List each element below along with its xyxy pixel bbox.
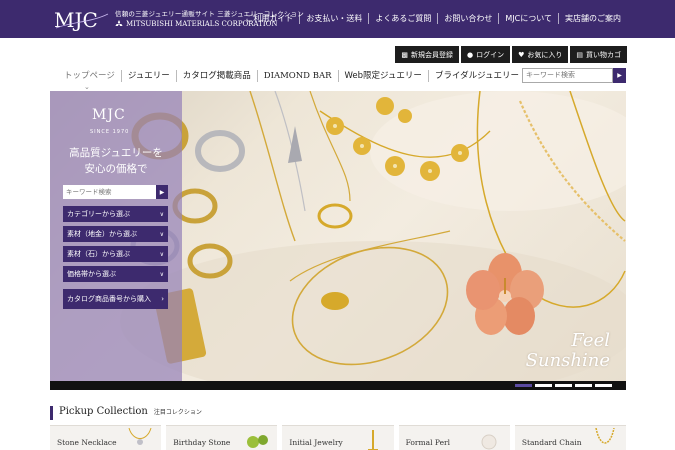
- hero-search-panel: MJC SINCE 1970 高品質ジュエリーを 安心の価格で ▶ カテゴリーか…: [50, 91, 182, 381]
- heart-icon: ♥: [518, 50, 525, 59]
- menu-by-price-label: 価格帯から選ぶ: [67, 270, 116, 278]
- panel-search-button[interactable]: ▶: [156, 185, 168, 199]
- chevron-down-icon: ∨: [159, 230, 164, 238]
- mitsubishi-logo-icon: [115, 20, 123, 26]
- menu-by-stone[interactable]: 素材（石）から選ぶ ∨: [63, 246, 168, 262]
- mjc-logo-mark: MJC: [54, 8, 109, 32]
- slide-dot-3[interactable]: [555, 384, 572, 387]
- site-header: MJC 信頼の三菱ジュエリー通販サイト 三菱ジュエリーコレクション MITSUB…: [0, 0, 675, 38]
- pickup-card-standard-chain[interactable]: Standard Chain: [514, 425, 627, 450]
- necklace-thumbnail-icon: [128, 428, 152, 445]
- nav-web-limited[interactable]: Web限定ジュエリー: [337, 70, 428, 82]
- menu-by-stone-label: 素材（石）から選ぶ: [67, 250, 130, 258]
- gemstone-thumbnail-icon: [247, 435, 269, 448]
- chevron-down-icon: ∨: [159, 210, 164, 218]
- cart-label: 買い物カゴ: [586, 50, 621, 59]
- slide-dot-5[interactable]: [595, 384, 612, 387]
- slider-dots: [515, 384, 612, 387]
- link-payment[interactable]: お支払い・送料: [299, 13, 368, 24]
- login-button[interactable]: ● ログイン: [460, 46, 511, 63]
- cart-icon: ▤: [576, 50, 583, 59]
- chevron-down-icon: ∨: [159, 270, 164, 278]
- arrow-right-icon: ▶: [617, 72, 622, 79]
- register-button[interactable]: ▩ 新規会員登録: [395, 46, 459, 63]
- hero-catchcopy-line1: 高品質ジュエリーを: [69, 147, 163, 159]
- pickup-card-birthday-stone[interactable]: Birthday Stone: [166, 425, 278, 450]
- cart-button[interactable]: ▤ 買い物カゴ: [570, 46, 627, 63]
- menu-by-category[interactable]: カテゴリーから選ぶ ∨: [63, 206, 168, 222]
- link-about[interactable]: MJCについて: [498, 13, 558, 24]
- link-guide[interactable]: ご利用ガイド: [239, 13, 299, 24]
- since-label: SINCE 1970: [90, 129, 130, 135]
- pickup-card-label: Birthday Stone: [173, 438, 231, 447]
- hero-headline-line1: Feel: [571, 330, 610, 351]
- chevron-right-icon: ›: [161, 295, 164, 303]
- pickup-card-label: Stone Necklace: [57, 438, 117, 447]
- pickup-subtitle: 注目コレクション: [153, 409, 202, 416]
- pickup-section-title: Pickup Collection 注目コレクション: [50, 406, 202, 420]
- menu-by-price[interactable]: 価格帯から選ぶ ∨: [63, 266, 168, 282]
- pickup-card-stone-necklace[interactable]: Stone Necklace: [50, 425, 162, 450]
- mjc-logo[interactable]: MJC: [52, 6, 112, 32]
- nav-bridal[interactable]: ブライダルジュエリー: [427, 70, 525, 82]
- header-search: ▶: [522, 68, 626, 83]
- header-search-input[interactable]: [522, 68, 613, 83]
- hero-banner[interactable]: MJC SINCE 1970 高品質ジュエリーを 安心の価格で ▶ カテゴリーか…: [50, 91, 626, 381]
- main-nav: トップページ ⌄ ジュエリー カタログ掲載商品 DIAMOND BAR Web限…: [58, 70, 525, 91]
- link-faq[interactable]: よくあるご質問: [368, 13, 437, 24]
- chain-thumbnail-icon: [595, 428, 615, 444]
- initial-pendant-thumbnail-icon: [367, 430, 378, 450]
- menu-by-category-label: カテゴリーから選ぶ: [67, 210, 130, 218]
- arrow-right-icon: ▶: [159, 188, 165, 196]
- pickup-card-label: Standard Chain: [521, 438, 582, 447]
- pickup-cards: Stone Necklace Birthday Stone Initial Je…: [50, 425, 627, 450]
- favorites-label: お気に入り: [527, 50, 563, 59]
- slide-dot-2[interactable]: [535, 384, 552, 387]
- slider-indicator-bar: [50, 381, 626, 390]
- pickup-card-label: Initial Jewelry: [289, 438, 343, 447]
- register-label: 新規会員登録: [410, 50, 453, 59]
- slide-dot-1[interactable]: [515, 384, 532, 387]
- pickup-card-formal-perl[interactable]: Formal Perl: [398, 425, 510, 450]
- slide-dot-4[interactable]: [575, 384, 592, 387]
- pickup-card-initial-jewelry[interactable]: Initial Jewelry: [282, 425, 394, 450]
- pickup-title: Pickup Collection: [59, 406, 148, 417]
- header-search-button[interactable]: ▶: [613, 68, 626, 83]
- pickup-card-label: Formal Perl: [405, 438, 451, 447]
- panel-search: ▶: [63, 185, 168, 199]
- nav-catalog[interactable]: カタログ掲載商品: [175, 70, 257, 82]
- catalog-number-purchase-label: カタログ商品番号から購入: [67, 295, 151, 303]
- hero-catchcopy-line2: 安心の価格で: [84, 163, 148, 175]
- link-contact[interactable]: お問い合わせ: [437, 13, 498, 24]
- login-label: ログイン: [476, 50, 505, 59]
- favorites-button[interactable]: ♥ お気に入り: [512, 46, 569, 63]
- member-buttons: ▩ 新規会員登録 ● ログイン ♥ お気に入り ▤ 買い物カゴ: [395, 46, 627, 63]
- catalog-number-purchase-button[interactable]: カタログ商品番号から購入 ›: [63, 289, 168, 309]
- link-stores[interactable]: 実店舗のご案内: [558, 13, 627, 24]
- register-icon: ▩: [401, 50, 408, 59]
- chevron-down-icon: ∨: [159, 250, 164, 258]
- utility-nav: ご利用ガイド お支払い・送料 よくあるご質問 お問い合わせ MJCについて 実店…: [239, 13, 627, 24]
- nav-diamond-bar[interactable]: DIAMOND BAR: [256, 70, 338, 82]
- pearl-thumbnail-icon: [481, 434, 497, 450]
- menu-by-metal[interactable]: 素材（地金）から選ぶ ∨: [63, 226, 168, 242]
- user-icon: ●: [466, 50, 474, 59]
- hero-headline-line2: Sunshine: [525, 350, 610, 371]
- panel-logo: MJC: [92, 107, 126, 123]
- panel-search-input[interactable]: [63, 185, 156, 199]
- nav-jewelry[interactable]: ジュエリー: [120, 70, 176, 82]
- nav-top-label: トップページ: [64, 71, 115, 81]
- hero-headline: Feel Sunshine: [526, 331, 610, 371]
- nav-top[interactable]: トップページ ⌄: [58, 70, 121, 91]
- menu-by-metal-label: 素材（地金）から選ぶ: [67, 230, 137, 238]
